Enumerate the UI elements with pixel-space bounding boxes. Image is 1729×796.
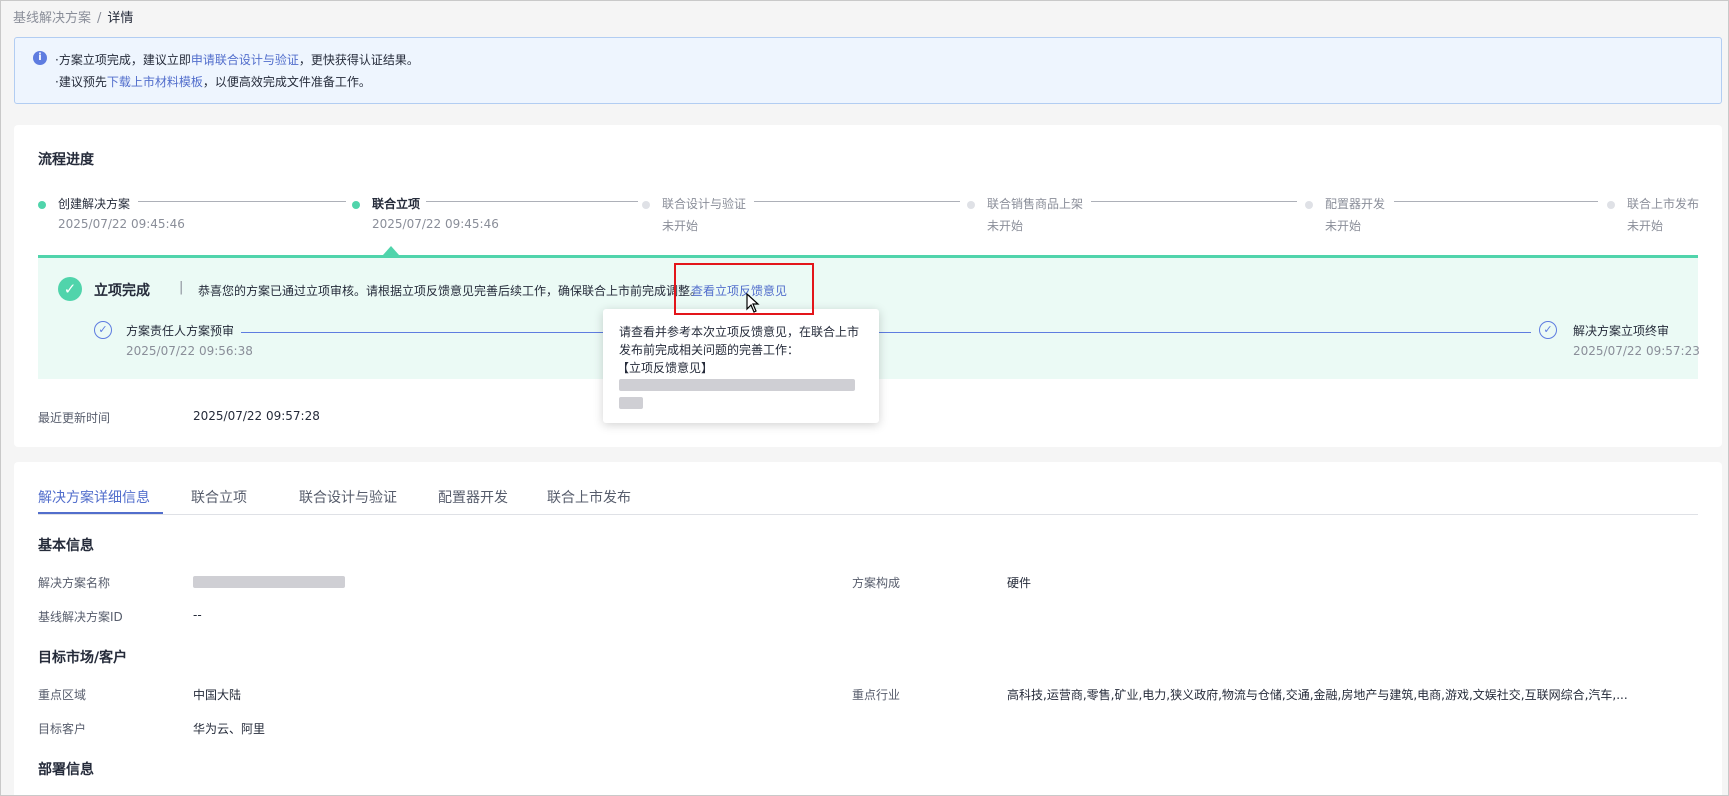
tab-joint-launch[interactable]: 联合上市发布 bbox=[547, 487, 631, 507]
check-icon: ✓ bbox=[94, 321, 112, 339]
breadcrumb-separator: / bbox=[97, 11, 102, 26]
redacted-text bbox=[619, 379, 855, 391]
step-time: 2025/07/22 09:45:46 bbox=[58, 217, 185, 231]
check-icon: ✓ bbox=[1539, 321, 1557, 339]
detail-tabs: 解决方案详细信息 联合立项 联合设计与验证 配置器开发 联合上市发布 bbox=[38, 462, 1698, 515]
last-updated-value: 2025/07/22 09:57:28 bbox=[193, 409, 320, 423]
target-customer-label: 目标客户 bbox=[38, 722, 87, 736]
step-name: 联合设计与验证 bbox=[662, 197, 747, 211]
step-connector bbox=[138, 201, 346, 202]
baseline-id-value: -- bbox=[193, 608, 202, 622]
active-step-pointer bbox=[383, 246, 399, 255]
last-updated-label: 最近更新时间 bbox=[38, 411, 111, 425]
notice-text: ·建议预先 bbox=[55, 75, 107, 89]
step-done-dot bbox=[352, 201, 360, 209]
tab-configurator-dev[interactable]: 配置器开发 bbox=[438, 487, 508, 507]
redacted-text bbox=[193, 576, 345, 588]
breadcrumb: 基线解决方案 / 详情 bbox=[13, 7, 133, 26]
step-time: 未开始 bbox=[1325, 219, 1362, 233]
step-connector bbox=[1091, 201, 1297, 202]
notice-banner: i ·方案立项完成，建议立即申请联合设计与验证，更快获得认证结果。 ·建议预先下… bbox=[14, 37, 1722, 104]
step-name: 配置器开发 bbox=[1325, 197, 1386, 211]
step-done-dot bbox=[38, 201, 46, 209]
step-name: 创建解决方案 bbox=[58, 197, 131, 211]
notice-line-2: ·建议预先下载上市材料模板，以便高效完成文件准备工作。 bbox=[55, 73, 371, 90]
step-name: 联合上市发布 bbox=[1627, 197, 1700, 211]
composition-value: 硬件 bbox=[1007, 576, 1032, 590]
composition-label: 方案构成 bbox=[852, 576, 901, 590]
tab-joint-design[interactable]: 联合设计与验证 bbox=[299, 487, 397, 507]
substep-time: 2025/07/22 09:57:23 bbox=[1573, 344, 1700, 358]
key-industry-value: 高科技,运营商,零售,矿业,电力,狭义政府,物流与仓储,交通,金融,房地产与建筑… bbox=[1007, 688, 1628, 702]
notice-text: ，以便高效完成文件准备工作。 bbox=[202, 75, 371, 89]
process-title: 流程进度 bbox=[38, 152, 94, 168]
tooltip-text: 发布前完成相关问题的完善工作： bbox=[619, 343, 800, 357]
step-connector bbox=[426, 201, 638, 202]
key-region-value: 中国大陆 bbox=[193, 688, 242, 702]
status-title: 立项完成 bbox=[94, 283, 150, 299]
step-connector bbox=[1394, 201, 1598, 202]
redacted-text bbox=[619, 397, 643, 409]
step-name: 联合立项 bbox=[372, 197, 421, 211]
substep-connector bbox=[241, 332, 1531, 333]
annotation-highlight-box bbox=[674, 263, 814, 315]
key-industry-label: 重点行业 bbox=[852, 688, 901, 702]
step-time: 未开始 bbox=[662, 219, 699, 233]
substep-time: 2025/07/22 09:56:38 bbox=[126, 344, 253, 358]
baseline-id-label: 基线解决方案ID bbox=[38, 610, 123, 624]
substep-name: 方案责任人方案预审 bbox=[126, 324, 235, 338]
deployment-info-title: 部署信息 bbox=[38, 762, 94, 778]
step-todo-dot bbox=[642, 201, 650, 209]
step-time: 2025/07/22 09:45:46 bbox=[372, 217, 499, 231]
tab-solution-details[interactable]: 解决方案详细信息 bbox=[38, 487, 150, 507]
breadcrumb-parent[interactable]: 基线解决方案 bbox=[13, 11, 91, 26]
step-connector bbox=[754, 201, 960, 202]
check-circle-icon: ✓ bbox=[58, 277, 82, 301]
status-description: 恭喜您的方案已通过立项审核。请根据立项反馈意见完善后续工作，确保联合上市前完成调… bbox=[198, 284, 703, 298]
solution-name-label: 解决方案名称 bbox=[38, 576, 111, 590]
feedback-tooltip: 请查看并参考本次立项反馈意见，在联合上市 发布前完成相关问题的完善工作： 【立项… bbox=[603, 309, 879, 423]
substep-name: 解决方案立项终审 bbox=[1573, 324, 1670, 338]
step-name: 联合销售商品上架 bbox=[987, 197, 1084, 211]
notice-text: ，更快获得认证结果。 bbox=[298, 53, 419, 67]
mouse-cursor-icon bbox=[746, 293, 760, 313]
download-template-link[interactable]: 下载上市材料模板 bbox=[107, 75, 203, 89]
step-time: 未开始 bbox=[987, 219, 1024, 233]
app-frame: 基线解决方案 / 详情 i ·方案立项完成，建议立即申请联合设计与验证，更快获得认证… bbox=[0, 0, 1729, 796]
tooltip-text: 请查看并参考本次立项反馈意见，在联合上市 bbox=[619, 325, 860, 339]
notice-line-1: ·方案立项完成，建议立即申请联合设计与验证，更快获得认证结果。 bbox=[55, 51, 419, 68]
status-divider: | bbox=[179, 280, 184, 295]
target-market-title: 目标市场/客户 bbox=[38, 650, 128, 666]
tab-joint-initiation[interactable]: 联合立项 bbox=[191, 487, 247, 507]
notice-text: ·方案立项完成，建议立即 bbox=[55, 53, 191, 67]
step-time: 未开始 bbox=[1627, 219, 1664, 233]
info-icon: i bbox=[33, 51, 47, 65]
apply-joint-design-link[interactable]: 申请联合设计与验证 bbox=[191, 53, 299, 67]
target-customer-value: 华为云、阿里 bbox=[193, 722, 266, 736]
detail-card: 解决方案详细信息 联合立项 联合设计与验证 配置器开发 联合上市发布 基本信息 … bbox=[14, 462, 1722, 795]
key-region-label: 重点区域 bbox=[38, 688, 87, 702]
breadcrumb-current: 详情 bbox=[107, 11, 134, 26]
step-todo-dot bbox=[1607, 201, 1615, 209]
basic-info-title: 基本信息 bbox=[38, 538, 94, 554]
active-tab-indicator bbox=[38, 512, 163, 514]
step-todo-dot bbox=[967, 201, 975, 209]
tooltip-heading: 【立项反馈意见】 bbox=[617, 361, 714, 375]
step-todo-dot bbox=[1305, 201, 1313, 209]
